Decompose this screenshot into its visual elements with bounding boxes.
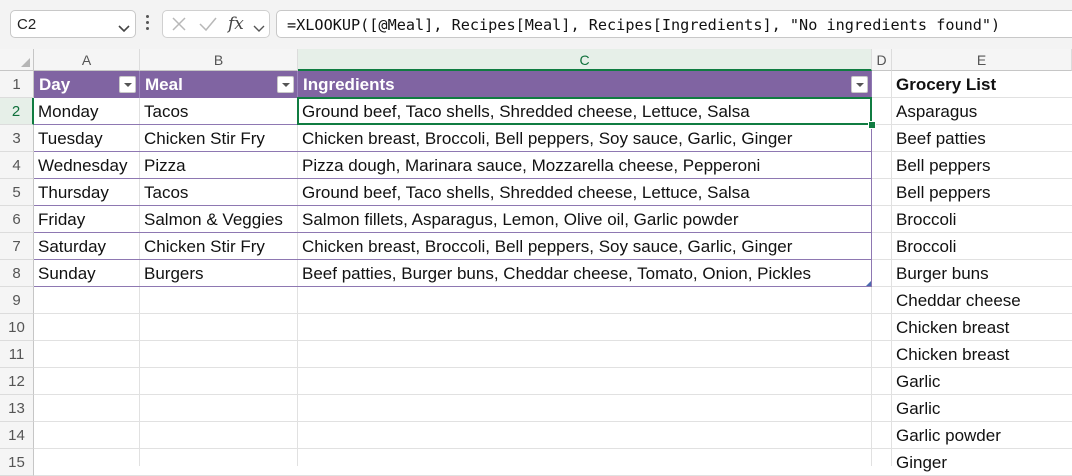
table-cell[interactable]: Pizza [140,152,298,179]
filter-dropdown-button[interactable] [119,76,136,93]
grocery-list-item[interactable]: Garlic [892,368,940,395]
chevron-down-icon[interactable] [118,20,130,38]
grocery-list-item[interactable]: Garlic powder [892,422,1001,449]
table-cell[interactable]: Tuesday [34,125,140,152]
grocery-list-header: Grocery List [896,75,997,94]
table-cell[interactable]: Thursday [34,179,140,206]
row-header-8[interactable]: 8 [0,260,34,287]
chevron-down-icon[interactable] [253,20,265,38]
fx-label: fx [227,14,244,33]
table-cell[interactable]: Burgers [140,260,298,287]
table-header-ingredients: Ingredients [303,75,395,94]
formula-bar-area: C2 fx =XLOOKUP([@Meal], Recipes[Meal], R… [0,0,1072,49]
grocery-list-item[interactable]: Bell peppers [892,179,991,206]
cancel-icon[interactable] [170,15,188,38]
table-cell[interactable]: Monday [34,98,140,125]
table-column-divider [139,71,140,98]
select-all-button[interactable] [0,49,34,71]
grocery-list-item[interactable]: Broccoli [892,233,956,260]
filter-dropdown-button[interactable] [851,76,868,93]
grocery-list-item[interactable]: Cheddar cheese [892,287,1021,314]
formula-input[interactable]: =XLOOKUP([@Meal], Recipes[Meal], Recipes… [276,10,1072,38]
table-cell[interactable]: Ground beef, Taco shells, Shredded chees… [298,179,872,206]
row-header-7[interactable]: 7 [0,233,34,260]
table-header-meal: Meal [145,75,183,94]
table-cell[interactable]: Friday [34,206,140,233]
table-cell[interactable]: Saturday [34,233,140,260]
row-header-12[interactable]: 12 [0,368,34,395]
table-cell[interactable]: Salmon fillets, Asparagus, Lemon, Olive … [298,206,872,233]
grocery-list-item[interactable]: Chicken breast [892,341,1009,368]
enter-check-icon[interactable] [198,15,218,38]
table-cell[interactable]: Pizza dough, Marinara sauce, Mozzarella … [298,152,872,179]
column-header-e[interactable]: E [892,49,1072,71]
grocery-list-item[interactable]: Garlic [892,395,940,422]
table-column-divider [297,71,298,98]
column-header-d[interactable]: D [872,49,892,71]
grocery-list-item[interactable]: Asparagus [892,98,977,125]
table-cell[interactable]: Chicken breast, Broccoli, Bell peppers, … [298,125,872,152]
name-box-value: C2 [17,16,37,33]
table-cell[interactable]: Chicken breast, Broccoli, Bell peppers, … [298,233,872,260]
table-cell[interactable]: Salmon & Veggies [140,206,298,233]
column-header-c[interactable]: C [298,49,872,71]
row-header-5[interactable]: 5 [0,179,34,206]
table-cell[interactable]: Tacos [140,98,298,125]
column-header-b[interactable]: B [140,49,298,71]
row-header-10[interactable]: 10 [0,314,34,341]
grocery-list-item[interactable]: Chicken breast [892,314,1009,341]
grocery-list-item[interactable]: Broccoli [892,206,956,233]
spreadsheet-grid[interactable]: ABCDE 1 2 3 4 5 6 7 8 9 10 11 12 13 14 15 Day Meal Ingre… [0,49,1072,476]
table-cell[interactable]: Chicken Stir Fry [140,233,298,260]
table-cell[interactable]: Sunday [34,260,140,287]
active-cell-border [297,97,872,125]
grocery-list-item[interactable]: Bell peppers [892,152,991,179]
row-header-3[interactable]: 3 [0,125,34,152]
fill-handle[interactable] [868,121,876,129]
table-cell[interactable]: Beef patties, Burger buns, Cheddar chees… [298,260,872,287]
grocery-list-item[interactable]: Beef patties [892,125,986,152]
grocery-list-item[interactable]: Burger buns [892,260,989,287]
formula-text: =XLOOKUP([@Meal], Recipes[Meal], Recipes… [287,16,1001,34]
insert-function-icon[interactable]: fx [226,13,251,38]
row-header-15[interactable]: 15 [0,449,34,476]
table-cell[interactable]: Chicken Stir Fry [140,125,298,152]
row-header-9[interactable]: 9 [0,287,34,314]
row-header-2[interactable]: 2 [0,98,34,125]
column-header-a[interactable]: A [34,49,140,71]
table-row-border [34,286,872,287]
table-cell[interactable]: Tacos [140,179,298,206]
row-header-13[interactable]: 13 [0,395,34,422]
row-header-11[interactable]: 11 [0,341,34,368]
table-cell[interactable]: Wednesday [34,152,140,179]
more-options-icon[interactable] [146,15,149,33]
filter-dropdown-button[interactable] [277,76,294,93]
name-box[interactable]: C2 [10,10,136,38]
formula-controls: fx [162,10,270,38]
row-header-6[interactable]: 6 [0,206,34,233]
row-header-14[interactable]: 14 [0,422,34,449]
table-resize-handle[interactable] [866,281,871,286]
row-header-1[interactable]: 1 [0,71,34,98]
row-header-4[interactable]: 4 [0,152,34,179]
grocery-list-item[interactable]: Ginger [892,449,947,476]
